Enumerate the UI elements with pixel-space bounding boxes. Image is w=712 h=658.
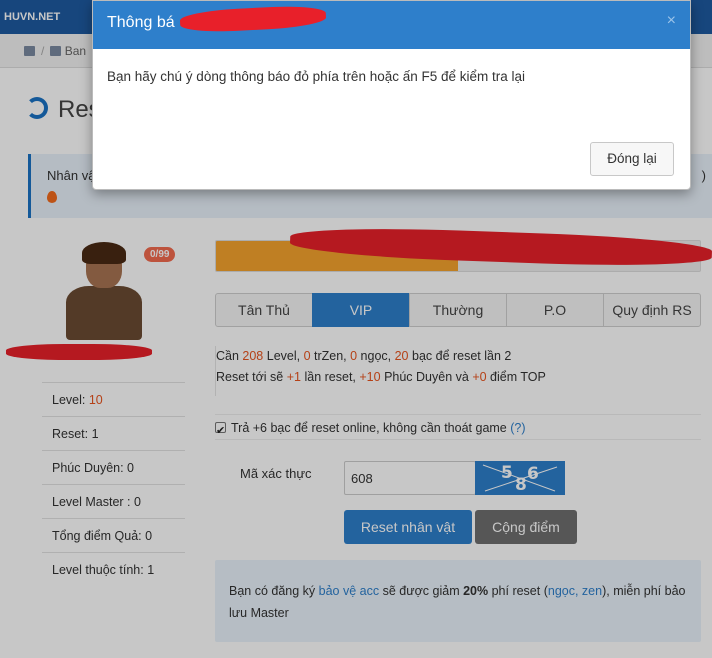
fee-items-link[interactable]: ngọc, zen	[548, 584, 602, 598]
site-logo[interactable]: HUVN.NET	[0, 6, 80, 28]
notice-text: Nhân vậ	[47, 168, 96, 183]
tab-po[interactable]: P.O	[506, 293, 604, 327]
redacted-character-name	[6, 344, 152, 360]
notification-modal: Thông bá × Bạn hãy chú ý dòng thông báo …	[92, 0, 691, 190]
online-reset-label[interactable]: Trả +6 bạc để reset online, không cần th…	[231, 421, 510, 435]
character-stats: Level: 10 Reset: 1 Phúc Duyên: 0 Level M…	[42, 382, 185, 586]
tab-vip[interactable]: VIP	[312, 293, 410, 327]
stat-reset: Reset: 1	[42, 416, 185, 450]
captcha-label: Mã xác thực	[240, 466, 312, 481]
reset-count-badge: 0/99	[144, 247, 176, 262]
reset-type-tabs: Tân Thủ VIP Thường P.O Quy định RS	[215, 293, 701, 327]
stat-phuc-duyen: Phúc Duyên: 0	[42, 450, 185, 484]
stat-level: Level: 10	[42, 382, 185, 416]
reset-character-button[interactable]: Reset nhân vật	[344, 510, 472, 544]
tab-thuong[interactable]: Thường	[409, 293, 507, 327]
stat-tong-diem-qua: Tổng điểm Quả: 0	[42, 518, 185, 552]
reset-requirements: Cần 208 Level, 0 trZen, 0 ngọc, 20 bạc đ…	[215, 346, 701, 396]
bank-icon	[50, 46, 62, 56]
protect-account-link[interactable]: bảo vệ acc	[319, 584, 379, 598]
captcha-input[interactable]	[344, 461, 476, 495]
page-title: Res	[26, 96, 101, 124]
online-reset-option: Trả +6 bạc để reset online, không cần th…	[215, 414, 701, 444]
character-avatar	[54, 240, 154, 340]
close-icon[interactable]: ×	[667, 1, 676, 41]
refresh-icon	[26, 97, 48, 119]
stat-level-master: Level Master : 0	[42, 484, 185, 518]
requirement-line-2: Reset tới sẽ +1 lần reset, +10 Phúc Duyê…	[216, 370, 546, 384]
dashboard-icon[interactable]	[24, 46, 35, 56]
requirement-line-1: Cần 208 Level, 0 trZen, 0 ngọc, 20 bạc đ…	[216, 349, 512, 363]
breadcrumb-item[interactable]: Ban	[65, 44, 86, 58]
modal-title: Thông bá	[107, 14, 175, 31]
fire-icon	[47, 191, 57, 203]
notice-tail: )	[701, 168, 706, 183]
help-link[interactable]: (?)	[510, 421, 525, 435]
tab-tan-thu[interactable]: Tân Thủ	[215, 293, 313, 327]
add-points-button[interactable]: Cộng điểm	[475, 510, 577, 544]
online-reset-checkbox[interactable]	[215, 418, 226, 444]
protection-note: Bạn có đăng ký bảo vệ acc sẽ được giảm 2…	[215, 560, 701, 642]
close-modal-button[interactable]: Đóng lại	[590, 142, 674, 176]
tab-quy-dinh-rs[interactable]: Quy định RS	[603, 293, 701, 327]
stat-level-thuoc-tinh: Level thuộc tính: 1	[42, 552, 185, 586]
modal-message: Bạn hãy chú ý dòng thông báo đỏ phía trê…	[107, 69, 526, 84]
captcha-image[interactable]: 5 8 6	[475, 461, 565, 495]
